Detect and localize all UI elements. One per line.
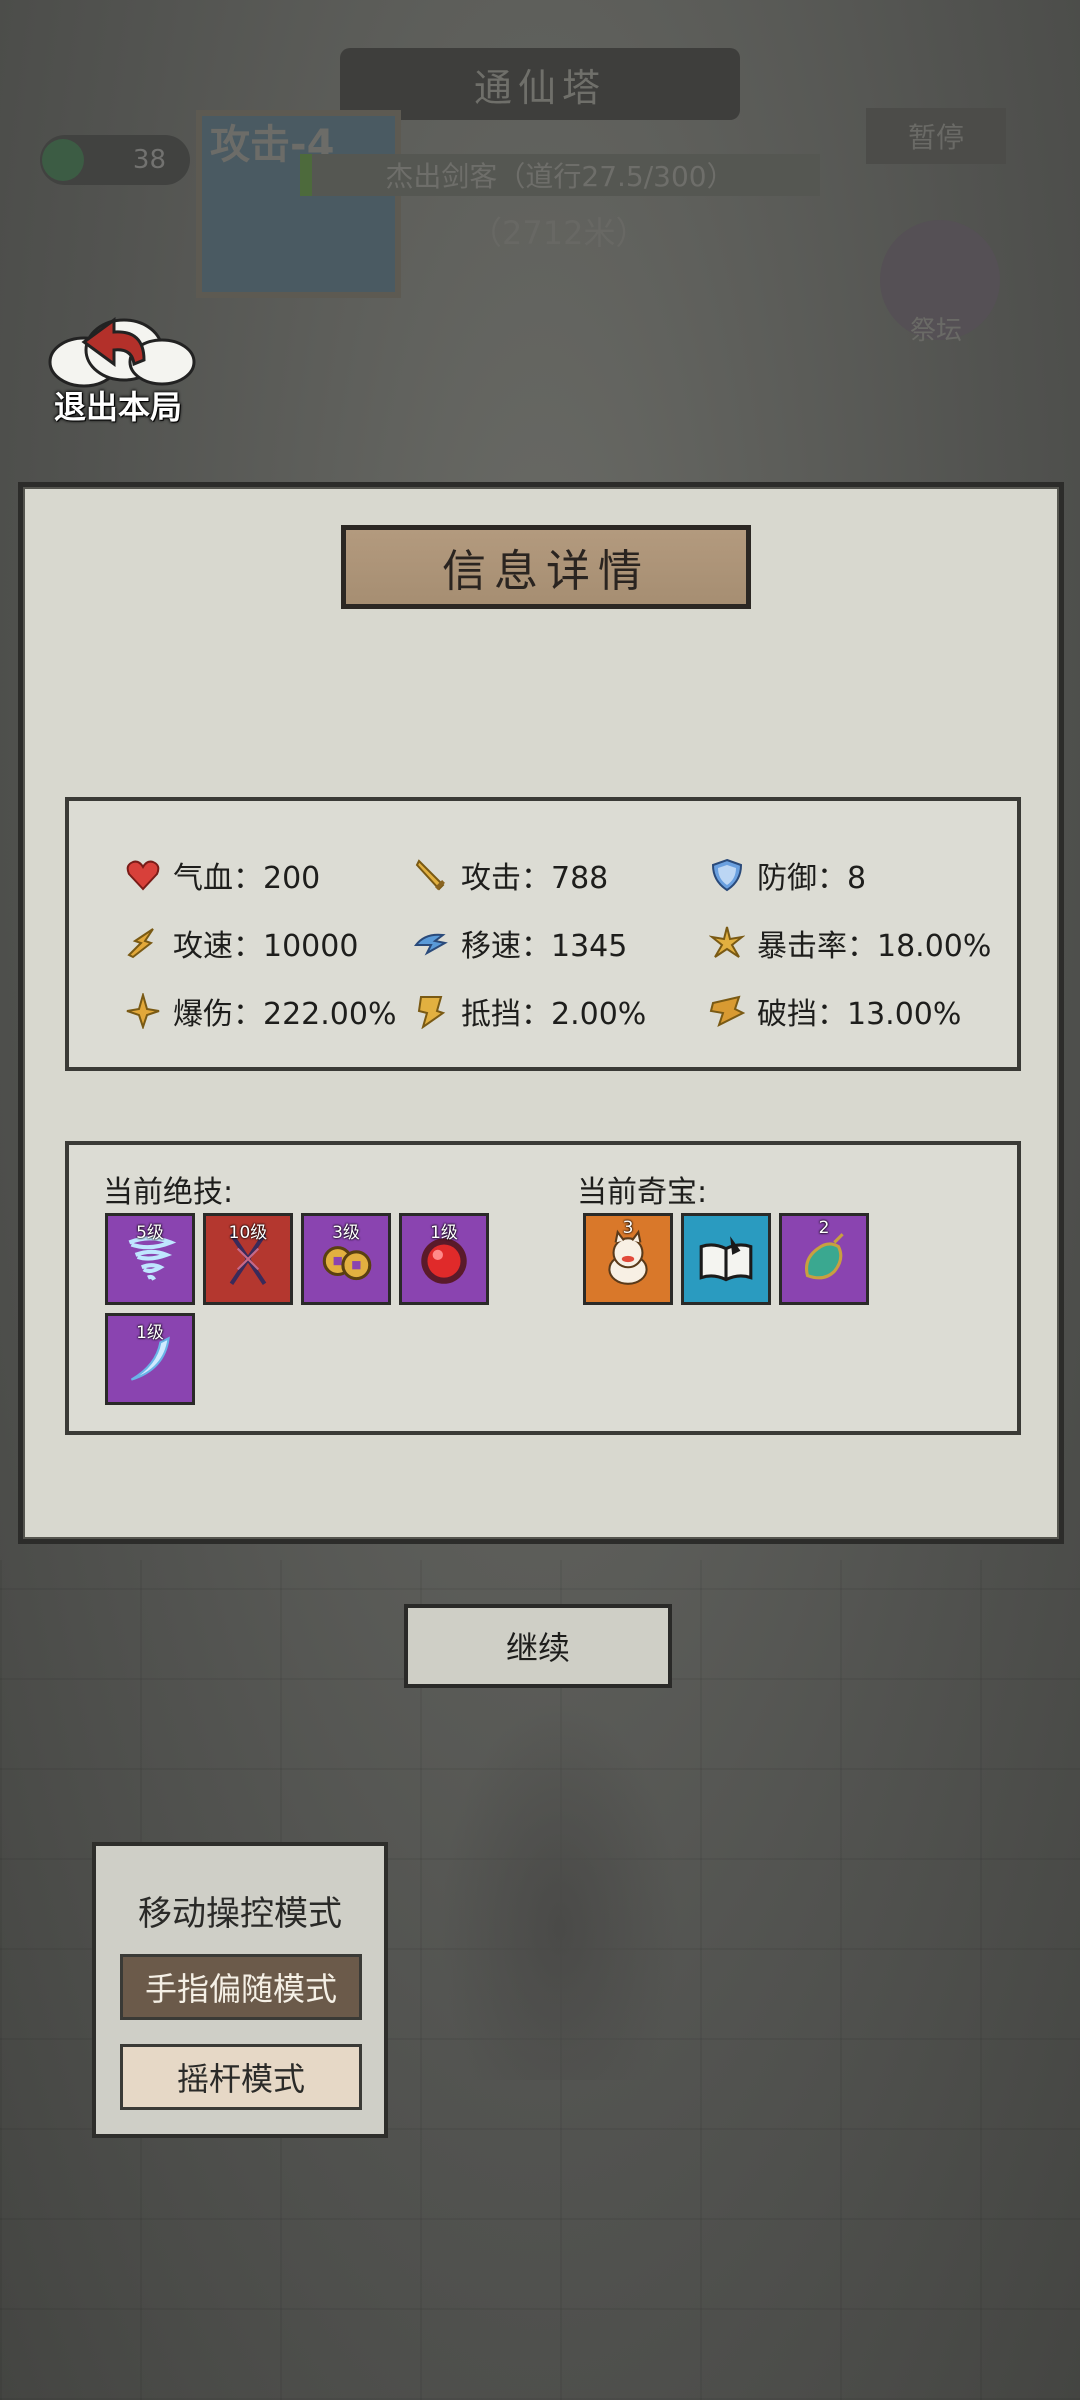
skill-slot-coins[interactable]: 3级	[301, 1213, 391, 1305]
skills-treasures-box: 当前绝技: 当前奇宝: 5级 10级 3级 1级 1级 3 2	[65, 1141, 1021, 1435]
crit-rate-icon	[709, 925, 745, 961]
stat-block: 抵挡：2.00%	[413, 989, 646, 1033]
skill-slot-thunder-spear[interactable]: 10级	[203, 1213, 293, 1305]
stat-hp: 气血：200	[125, 853, 320, 897]
pierce-block-icon	[709, 993, 745, 1029]
continue-button[interactable]: 继续	[404, 1604, 672, 1688]
attack-speed-icon	[125, 925, 161, 961]
crit-damage-icon	[125, 993, 161, 1029]
stat-move-speed: 移速：1345	[413, 921, 627, 965]
block-icon	[413, 993, 449, 1029]
rank-label: 杰出剑客（道行27.5/300）	[385, 160, 735, 193]
skill-slot-red-orb[interactable]: 1级	[399, 1213, 489, 1305]
stat-pierce-block: 破挡：13.00%	[709, 989, 961, 1033]
exit-label: 退出本局	[54, 388, 183, 426]
panel-title: 信息详情	[341, 525, 751, 609]
gem-icon	[42, 139, 84, 181]
move-speed-icon	[413, 925, 449, 961]
shield-icon	[709, 857, 745, 893]
info-detail-panel: 信息详情 气血：200 攻击：788 防御：8 攻速：10000 移速：1345…	[18, 482, 1064, 1544]
stat-attack-speed: 攻速：10000	[125, 921, 358, 965]
control-mode-panel: 移动操控模式 手指偏随模式 摇杆模式	[92, 1842, 388, 2138]
treasure-slot-book[interactable]	[681, 1213, 771, 1305]
heart-icon	[125, 857, 161, 893]
player-character	[440, 1700, 680, 2080]
stat-attack: 攻击：788	[413, 853, 608, 897]
sword-icon	[413, 857, 449, 893]
stat-defense: 防御：8	[709, 853, 866, 897]
rank-progress-bar: 杰出剑客（道行27.5/300）	[300, 154, 820, 196]
distance-readout: （2712米）	[470, 214, 648, 252]
joystick-mode-button[interactable]: 摇杆模式	[120, 2044, 362, 2110]
stat-crit-rate: 暴击率：18.00%	[709, 921, 991, 965]
exit-game-button[interactable]: 退出本局	[38, 302, 218, 426]
control-mode-title: 移动操控模式	[138, 1894, 342, 1934]
skills-label: 当前绝技:	[103, 1175, 234, 1210]
open-book-icon	[699, 1236, 753, 1282]
treasure-slot-lucky-cat[interactable]: 3	[583, 1213, 673, 1305]
altar-label: 祭坛	[910, 316, 963, 346]
treasures-label: 当前奇宝:	[577, 1175, 708, 1210]
coin-counter: 38	[40, 135, 190, 185]
pause-button: 暂停	[866, 108, 1006, 164]
skill-slot-tornado[interactable]: 5级	[105, 1213, 195, 1305]
treasure-slot-jade[interactable]: 2	[779, 1213, 869, 1305]
coin-count-value: 38	[132, 145, 166, 175]
skill-slot-wind-slash[interactable]: 1级	[105, 1313, 195, 1405]
finger-follow-mode-button[interactable]: 手指偏随模式	[120, 1954, 362, 2020]
stat-crit-damage: 爆伤：222.00%	[125, 989, 396, 1033]
stats-box: 气血：200 攻击：788 防御：8 攻速：10000 移速：1345 暴击率：…	[65, 797, 1021, 1071]
back-arrow-cloud-icon	[48, 317, 196, 388]
